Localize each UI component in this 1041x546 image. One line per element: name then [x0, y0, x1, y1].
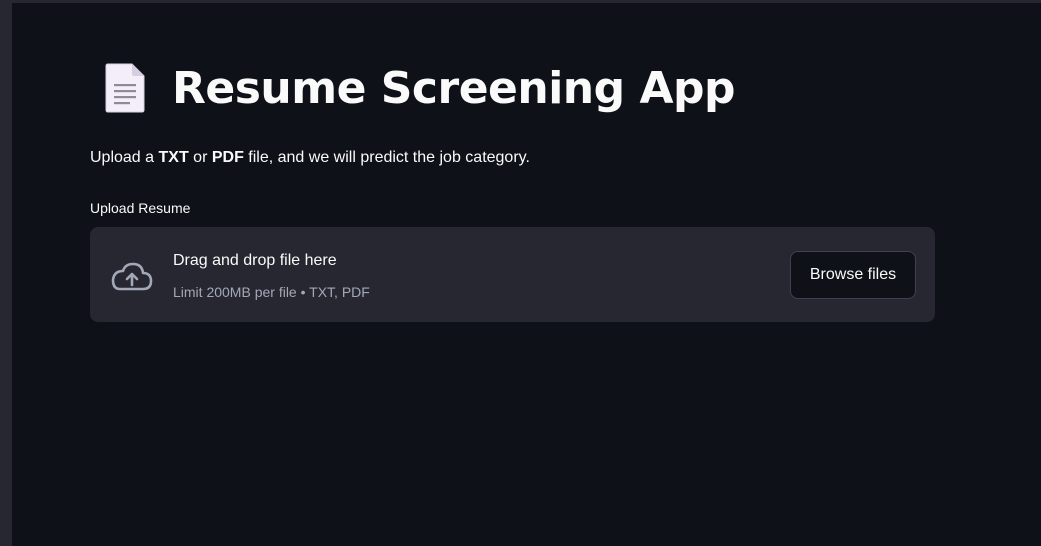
intro-prefix: Upload a: [90, 149, 159, 166]
title-row: Resume Screening App: [104, 62, 736, 114]
file-dropzone[interactable]: Drag and drop file here Limit 200MB per …: [90, 227, 935, 322]
app-window: Resume Screening App Upload a TXT or PDF…: [0, 0, 1041, 546]
intro-middle: or: [188, 149, 212, 166]
page-facing-up-icon: [104, 62, 146, 114]
drop-instructions: Drag and drop file here: [173, 252, 337, 269]
cloud-upload-icon: [108, 259, 154, 293]
page-title: Resume Screening App: [172, 62, 736, 114]
left-border: [0, 0, 12, 546]
intro-text: Upload a TXT or PDF file, and we will pr…: [90, 149, 530, 167]
upload-label: Upload Resume: [90, 200, 191, 216]
intro-format-txt: TXT: [158, 149, 189, 166]
top-border: [0, 0, 1041, 3]
intro-suffix: file, and we will predict the job catego…: [243, 149, 530, 166]
intro-format-pdf: PDF: [211, 149, 244, 166]
browse-files-button[interactable]: Browse files: [790, 251, 916, 299]
file-limit-text: Limit 200MB per file • TXT, PDF: [173, 284, 370, 300]
